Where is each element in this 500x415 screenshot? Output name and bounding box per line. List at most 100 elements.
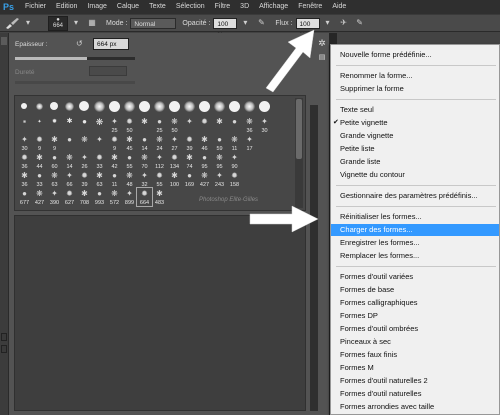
menu-item[interactable]: Petite vignette: [331, 117, 499, 129]
brush-preset[interactable]: ✹ 39: [77, 170, 92, 188]
menu-selection[interactable]: Sélection: [171, 0, 210, 14]
brush-preset[interactable]: ❋ 50: [167, 116, 182, 134]
brush-preset[interactable]: ✱ 44: [32, 152, 47, 170]
menu-item[interactable]: Enregistrer les formes...: [331, 237, 499, 249]
brush-preset[interactable]: ✦ 899: [122, 188, 137, 206]
brush-preset[interactable]: [122, 98, 137, 116]
brush-preset[interactable]: ✦ 243: [212, 170, 227, 188]
brush-preset[interactable]: ✦ 32: [137, 170, 152, 188]
chevron-down-icon[interactable]: ▾: [323, 18, 333, 28]
brush-preset[interactable]: ✱ 36: [17, 170, 32, 188]
brush-preset[interactable]: ● 25: [152, 116, 167, 134]
menu-item[interactable]: Formes de base: [331, 284, 499, 296]
brush-preset[interactable]: [257, 98, 272, 116]
brush-preset[interactable]: [212, 98, 227, 116]
brush-preset[interactable]: ❋ 48: [122, 170, 137, 188]
menu-item[interactable]: Gestionnaire des paramètres prédéfinis..…: [331, 190, 499, 202]
menu-item[interactable]: Grande liste: [331, 156, 499, 168]
menu-item[interactable]: Charger des formes...: [331, 224, 499, 236]
brush-preset[interactable]: [152, 98, 167, 116]
brush-preset[interactable]: ❋ 70: [137, 152, 152, 170]
menu-item[interactable]: Formes M: [331, 362, 499, 374]
brush-preset[interactable]: ✱ 9: [47, 134, 62, 152]
menu-fichier[interactable]: Fichier: [20, 0, 51, 14]
brush-preset[interactable]: ❋: [17, 116, 32, 134]
chevron-down-icon[interactable]: ▾: [71, 18, 81, 28]
brush-preset[interactable]: ✱ 483: [152, 188, 167, 206]
brush-preset[interactable]: [47, 98, 62, 116]
brush-preset[interactable]: [17, 98, 32, 116]
brush-preset[interactable]: ✦ 30: [17, 134, 32, 152]
brush-preset[interactable]: ✹ 9: [107, 134, 122, 152]
hardness-field[interactable]: [89, 66, 127, 76]
brush-preset[interactable]: ● 60: [47, 152, 62, 170]
menu-fenetre[interactable]: Fenêtre: [293, 0, 327, 14]
brush-preset[interactable]: ❋ 427: [32, 188, 47, 206]
brush-preset[interactable]: ✱ 100: [167, 170, 182, 188]
brush-preset[interactable]: ●: [227, 116, 242, 134]
tool-handle[interactable]: [1, 37, 7, 45]
brush-preset[interactable]: ✱ 708: [77, 188, 92, 206]
brush-preset[interactable]: ✱ 45: [122, 134, 137, 152]
brush-preset[interactable]: ✦ 112: [152, 152, 167, 170]
brush-preset[interactable]: ✹ 50: [122, 116, 137, 134]
brush-preset[interactable]: ● 33: [32, 170, 47, 188]
menu-affichage[interactable]: Affichage: [254, 0, 293, 14]
brush-preset[interactable]: ❋ 572: [107, 188, 122, 206]
brush-preset[interactable]: ● 11: [107, 170, 122, 188]
scroll-thumb[interactable]: [296, 99, 302, 159]
menu-item[interactable]: Réinitialiser les formes...: [331, 211, 499, 223]
brush-preset[interactable]: ❋ 63: [47, 170, 62, 188]
menu-aide[interactable]: Aide: [327, 0, 351, 14]
size-field[interactable]: 664 px: [93, 38, 129, 50]
brush-preset[interactable]: [92, 98, 107, 116]
brush-preset[interactable]: ✦ 90: [227, 152, 242, 170]
brush-preset[interactable]: ✹: [47, 116, 62, 134]
brush-preset[interactable]: ● 677: [17, 188, 32, 206]
brush-preset[interactable]: ✹ 36: [17, 152, 32, 170]
brush-preset[interactable]: ✹ 39: [182, 134, 197, 152]
menu-image[interactable]: Image: [82, 0, 111, 14]
menu-item[interactable]: Vignette du contour: [331, 169, 499, 181]
menu-item[interactable]: Formes d'outil naturelles 2: [331, 375, 499, 387]
airbrush-icon[interactable]: ✈: [339, 18, 349, 28]
brush-preset[interactable]: [242, 98, 257, 116]
menu-item[interactable]: Texte seul: [331, 104, 499, 116]
brush-preset[interactable]: ✦: [92, 134, 107, 152]
panel-scrollbar[interactable]: [310, 105, 318, 411]
brush-preset[interactable]: ●: [77, 116, 92, 134]
preset-scrollbar[interactable]: [295, 98, 303, 208]
brush-preset[interactable]: [107, 98, 122, 116]
chevron-down-icon[interactable]: ▾: [23, 18, 33, 28]
menu-item[interactable]: Formes calligraphiques: [331, 297, 499, 309]
menu-edition[interactable]: Edition: [51, 0, 82, 14]
menu-texte[interactable]: Texte: [144, 0, 171, 14]
brush-preset[interactable]: [227, 98, 242, 116]
menu-item[interactable]: Formes faux finis: [331, 349, 499, 361]
menu-item[interactable]: Remplacer les formes...: [331, 250, 499, 262]
brush-panel-toggle-icon[interactable]: ▦: [87, 18, 97, 28]
brush-preset[interactable]: ✦ 66: [62, 170, 77, 188]
brush-preset[interactable]: [167, 98, 182, 116]
new-preset-icon[interactable]: ▤: [317, 53, 327, 63]
brush-preset[interactable]: ✹ 55: [152, 170, 167, 188]
brush-preset[interactable]: ✱: [62, 116, 77, 134]
brush-preset[interactable]: ●: [62, 134, 77, 152]
brush-preset[interactable]: ● 169: [182, 170, 197, 188]
brush-preset[interactable]: ❋ 427: [197, 170, 212, 188]
brush-preset[interactable]: ✹ 627: [62, 188, 77, 206]
menu-item[interactable]: Supprimer la forme: [331, 83, 499, 95]
brush-preset-picker[interactable]: ● 664: [48, 15, 68, 31]
size-slider[interactable]: [15, 57, 135, 60]
brush-preset[interactable]: [62, 98, 77, 116]
brush-preset[interactable]: ● 14: [137, 134, 152, 152]
brush-preset[interactable]: ✦: [32, 116, 47, 134]
opacity-field[interactable]: 100 %: [213, 17, 238, 39]
tool-swatch[interactable]: [1, 333, 7, 341]
brush-preset[interactable]: ✹: [197, 116, 212, 134]
pressure-icon[interactable]: ✎: [355, 18, 365, 28]
menu-item[interactable]: Formes d'outil naturelles: [331, 388, 499, 400]
brush-preset[interactable]: ✦ 30: [257, 116, 272, 134]
hardness-slider[interactable]: [15, 81, 135, 84]
gear-icon[interactable]: ✲: [317, 38, 327, 48]
